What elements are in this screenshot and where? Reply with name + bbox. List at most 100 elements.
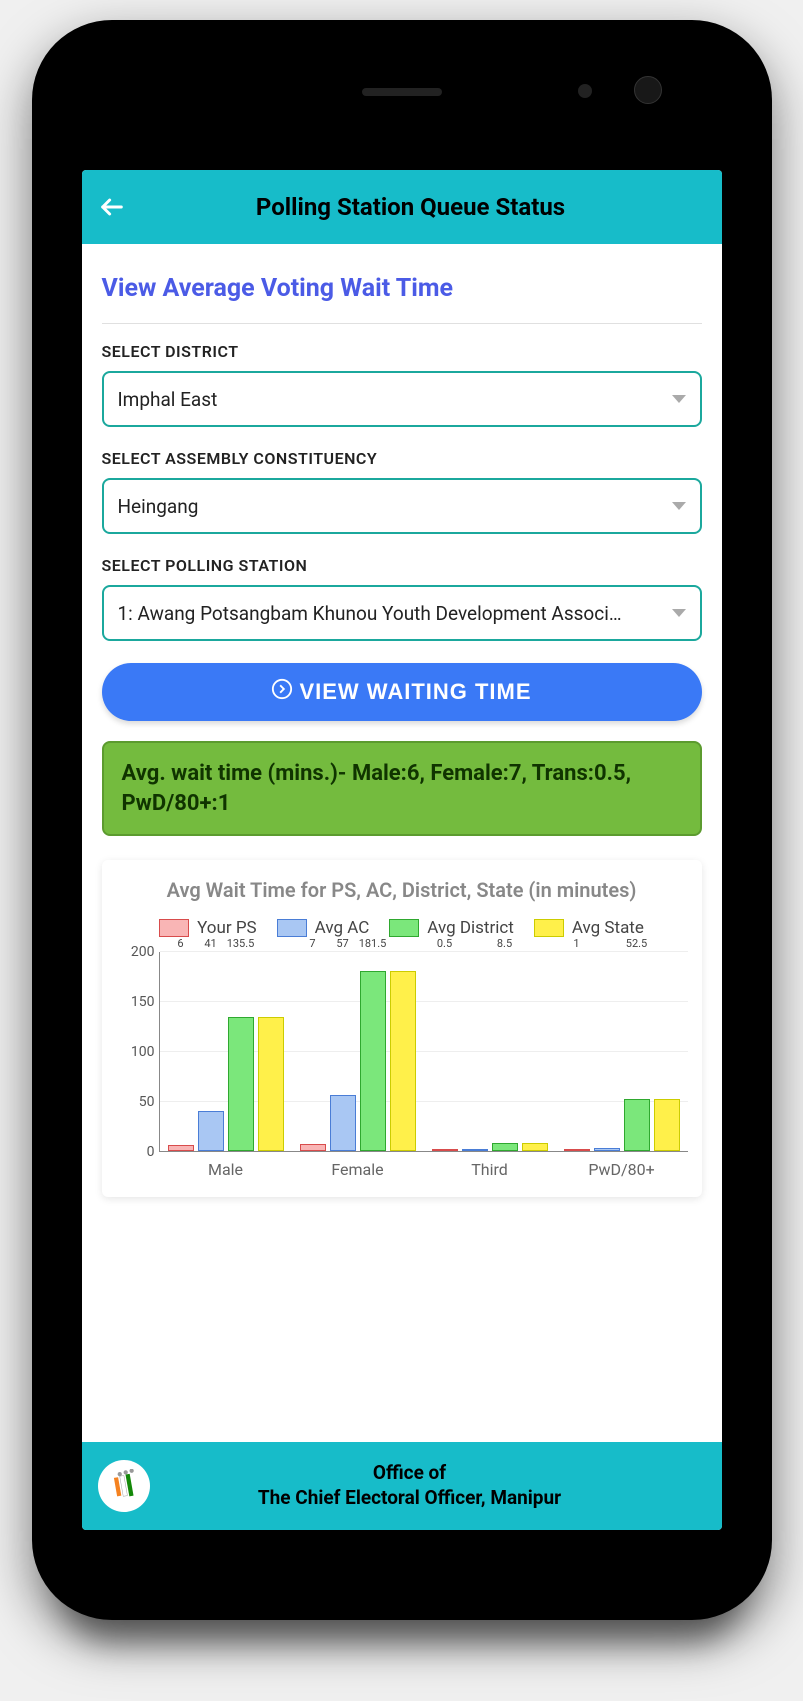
chevron-down-icon xyxy=(672,609,686,617)
bar xyxy=(564,1149,590,1151)
y-tick: 150 xyxy=(131,994,155,1010)
phone-speaker xyxy=(362,88,442,96)
bar xyxy=(330,1095,356,1152)
footer-text: Office of The Chief Electoral Officer, M… xyxy=(164,1461,706,1510)
y-tick: 0 xyxy=(147,1144,155,1160)
y-tick: 100 xyxy=(131,1044,155,1060)
footer-line2: The Chief Electoral Officer, Manipur xyxy=(258,1486,561,1509)
bar-ps: 0.5 xyxy=(432,952,458,1151)
phone-camera xyxy=(634,76,662,104)
legend-label: Avg State xyxy=(572,918,644,938)
legend-item-ac: Avg AC xyxy=(277,918,370,938)
bar-ps: 7 xyxy=(300,952,326,1151)
bar xyxy=(258,1017,284,1152)
bar-district: 135.5 xyxy=(228,952,254,1151)
bar xyxy=(462,1149,488,1151)
bar-value-label: 6 xyxy=(177,937,183,950)
bar xyxy=(522,1143,548,1151)
ac-select[interactable]: Heingang xyxy=(102,478,702,534)
legend-item-state: Avg State xyxy=(534,918,644,938)
arrow-circle-right-icon xyxy=(271,678,293,706)
chart-y-axis: 050100150200 xyxy=(116,952,160,1152)
app-screen: Polling Station Queue Status View Averag… xyxy=(82,170,722,1530)
bar xyxy=(300,1144,326,1151)
ps-select[interactable]: 1: Awang Potsangbam Khunou Youth Develop… xyxy=(102,585,702,641)
bar-ac: 41 xyxy=(198,952,224,1151)
bar-ps: 1 xyxy=(564,952,590,1151)
y-tick: 50 xyxy=(139,1094,155,1110)
app-bar: Polling Station Queue Status xyxy=(82,170,722,244)
content-area: View Average Voting Wait Time SELECT DIS… xyxy=(82,244,722,1530)
bar-value-label: 8.5 xyxy=(497,937,512,950)
phone-bezel: Polling Station Queue Status View Averag… xyxy=(52,40,752,1600)
ac-label: SELECT ASSEMBLY CONSTITUENCY xyxy=(102,449,702,468)
phone-sensor xyxy=(578,84,592,98)
legend-label: Avg AC xyxy=(315,918,370,938)
x-axis-label: PwD/80+ xyxy=(556,1152,688,1179)
chart-title: Avg Wait Time for PS, AC, District, Stat… xyxy=(116,878,688,902)
bar-group: 152.5 xyxy=(556,952,688,1151)
chart-legend: Your PS Avg AC Avg District Avg State xyxy=(116,918,688,938)
result-summary-box: Avg. wait time (mins.)- Male:6, Female:7… xyxy=(102,741,702,836)
back-arrow-icon[interactable] xyxy=(98,193,126,221)
bar-ac xyxy=(594,952,620,1151)
bar-ps: 6 xyxy=(168,952,194,1151)
bar-group: 0.5 8.5 xyxy=(424,952,556,1151)
bar-state xyxy=(390,952,416,1151)
view-button-label: VIEW WAITING TIME xyxy=(299,679,531,705)
bar-value-label: 181.5 xyxy=(359,937,387,950)
phone-frame: Polling Station Queue Status View Averag… xyxy=(32,20,772,1620)
district-select[interactable]: Imphal East xyxy=(102,371,702,427)
bar xyxy=(624,1099,650,1151)
bar-district: 52.5 xyxy=(624,952,650,1151)
chart-x-axis: MaleFemaleThirdPwD/80+ xyxy=(160,1152,688,1179)
ps-select-value: 1: Awang Potsangbam Khunou Youth Develop… xyxy=(118,602,622,625)
bar-value-label: 135.5 xyxy=(227,937,255,950)
bar-value-label: 52.5 xyxy=(626,937,647,950)
x-axis-label: Male xyxy=(160,1152,292,1179)
chevron-down-icon xyxy=(672,502,686,510)
chart-card: Avg Wait Time for PS, AC, District, Stat… xyxy=(102,860,702,1197)
divider xyxy=(102,323,702,324)
bar xyxy=(654,1099,680,1151)
legend-swatch xyxy=(159,919,189,937)
bar xyxy=(390,971,416,1152)
district-label: SELECT DISTRICT xyxy=(102,342,702,361)
legend-item-district: Avg District xyxy=(389,918,514,938)
bar xyxy=(492,1143,518,1151)
bar xyxy=(360,971,386,1152)
ps-label: SELECT POLLING STATION xyxy=(102,556,702,575)
bar xyxy=(168,1145,194,1151)
legend-label: Avg District xyxy=(427,918,514,938)
district-select-value: Imphal East xyxy=(118,388,218,411)
ac-select-value: Heingang xyxy=(118,495,199,518)
bar-state xyxy=(654,952,680,1151)
bar-value-label: 0.5 xyxy=(437,937,452,950)
y-tick: 200 xyxy=(131,944,155,960)
bar-group: 641135.5 xyxy=(160,952,292,1151)
app-bar-title: Polling Station Queue Status xyxy=(146,193,706,221)
legend-swatch xyxy=(389,919,419,937)
view-waiting-time-button[interactable]: VIEW WAITING TIME xyxy=(102,663,702,721)
eci-logo-icon xyxy=(98,1460,150,1512)
bar-value-label: 41 xyxy=(204,937,216,950)
x-axis-label: Female xyxy=(292,1152,424,1179)
legend-label: Your PS xyxy=(197,918,257,938)
footer-bar: Office of The Chief Electoral Officer, M… xyxy=(82,1442,722,1530)
bar-value-label: 7 xyxy=(309,937,315,950)
legend-swatch xyxy=(534,919,564,937)
bar-state xyxy=(258,952,284,1151)
bar-state xyxy=(522,952,548,1151)
bar xyxy=(432,1149,458,1151)
legend-swatch xyxy=(277,919,307,937)
bar xyxy=(594,1148,620,1151)
chevron-down-icon xyxy=(672,395,686,403)
bar-ac: 57 xyxy=(330,952,356,1151)
chart-plot-area: 641135.5757181.50.58.5152.5 xyxy=(160,952,688,1152)
bar-district: 8.5 xyxy=(492,952,518,1151)
bar-group: 757181.5 xyxy=(292,952,424,1151)
bar xyxy=(198,1111,224,1152)
chart-plot: 050100150200 641135.5757181.50.58.5152.5 xyxy=(116,952,688,1152)
bar-district: 181.5 xyxy=(360,952,386,1151)
page-heading: View Average Voting Wait Time xyxy=(102,274,702,303)
